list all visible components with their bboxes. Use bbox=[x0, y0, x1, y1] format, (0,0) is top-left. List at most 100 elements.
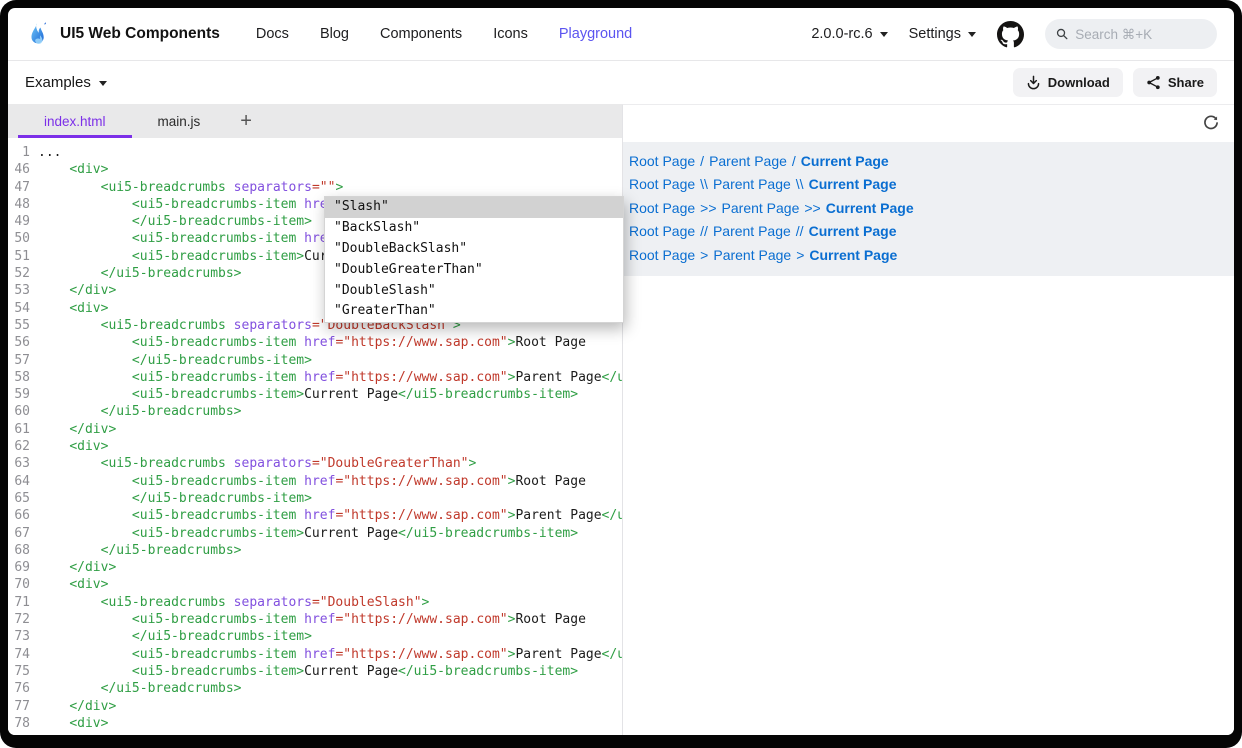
version-dropdown[interactable]: 2.0.0-rc.6 bbox=[811, 26, 887, 42]
breadcrumb-link[interactable]: Root Page bbox=[629, 176, 695, 192]
nav-playground[interactable]: Playground bbox=[559, 26, 632, 42]
line-content: </div> bbox=[38, 559, 116, 576]
autocomplete-option[interactable]: "DoubleBackSlash" bbox=[325, 239, 623, 260]
breadcrumb-link[interactable]: Parent Page bbox=[709, 153, 787, 169]
line-content: <div> bbox=[38, 438, 108, 455]
line-number: 58 bbox=[8, 369, 38, 386]
code-line[interactable]: 77 </div> bbox=[8, 698, 622, 715]
breadcrumb-link[interactable]: Parent Page bbox=[713, 247, 791, 263]
line-content: <div> bbox=[38, 715, 108, 732]
code-line[interactable]: 73 </ui5-breadcrumbs-item> bbox=[8, 628, 622, 645]
line-content: <ui5-breadcrumbs separators="DoubleSlash… bbox=[38, 594, 429, 611]
code-line[interactable]: 72 <ui5-breadcrumbs-item href="https://w… bbox=[8, 611, 622, 628]
breadcrumb-separator: / bbox=[700, 153, 704, 169]
breadcrumb-separator: \\ bbox=[796, 176, 804, 192]
tab-label: main.js bbox=[158, 114, 201, 129]
breadcrumb-separator: // bbox=[796, 223, 804, 239]
refresh-button[interactable] bbox=[1202, 114, 1220, 132]
tab-index-html[interactable]: index.html bbox=[18, 104, 132, 138]
breadcrumb-link[interactable]: Root Page bbox=[629, 247, 695, 263]
app-window: UI5 Web Components Docs Blog Components Ico… bbox=[8, 8, 1234, 735]
code-line[interactable]: 71 <ui5-breadcrumbs separators="DoubleSl… bbox=[8, 594, 622, 611]
chevron-down-icon bbox=[968, 32, 976, 41]
code-line[interactable]: 74 <ui5-breadcrumbs-item href="https://w… bbox=[8, 646, 622, 663]
code-editor-pane: index.html main.js + 1...46 <div>47 <ui5… bbox=[8, 104, 622, 735]
autocomplete-dropdown: "Slash""BackSlash""DoubleBackSlash""Doub… bbox=[324, 196, 624, 323]
version-label: 2.0.0-rc.6 bbox=[811, 26, 872, 42]
autocomplete-option[interactable]: "Slash" bbox=[325, 197, 623, 218]
breadcrumb: Root Page/Parent Page/Current Page bbox=[629, 149, 1228, 173]
line-number: 53 bbox=[8, 282, 38, 299]
playground-toolbar: Examples Download Share bbox=[8, 61, 1234, 104]
line-number: 51 bbox=[8, 248, 38, 265]
line-content: <ui5-breadcrumbs-item>Current Page</ui5-… bbox=[38, 386, 578, 403]
code-line[interactable]: 76 </ui5-breadcrumbs> bbox=[8, 680, 622, 697]
code-line[interactable]: 67 <ui5-breadcrumbs-item>Current Page</u… bbox=[8, 525, 622, 542]
code-line[interactable]: 68 </ui5-breadcrumbs> bbox=[8, 542, 622, 559]
brand-title: UI5 Web Components bbox=[60, 25, 220, 43]
line-content: </ui5-breadcrumbs> bbox=[38, 680, 242, 697]
nav-docs[interactable]: Docs bbox=[256, 26, 289, 42]
toolbar-actions: Download Share bbox=[1013, 68, 1217, 97]
line-number: 52 bbox=[8, 265, 38, 282]
add-tab-button[interactable]: + bbox=[226, 104, 266, 138]
code-line[interactable]: 61 </div> bbox=[8, 421, 622, 438]
line-content: ... bbox=[38, 144, 61, 161]
tab-main-js[interactable]: main.js bbox=[132, 104, 227, 138]
line-number: 78 bbox=[8, 715, 38, 732]
code-line[interactable]: 63 <ui5-breadcrumbs separators="DoubleGr… bbox=[8, 455, 622, 472]
code-line[interactable]: 64 <ui5-breadcrumbs-item href="https://w… bbox=[8, 473, 622, 490]
code-line[interactable]: 1... bbox=[8, 144, 622, 161]
preview-pane: Root Page/Parent Page/Current PageRoot P… bbox=[622, 104, 1234, 735]
editor-tabbar: index.html main.js + bbox=[8, 104, 622, 138]
nav-blog[interactable]: Blog bbox=[320, 26, 349, 42]
code-line[interactable]: 58 <ui5-breadcrumbs-item href="https://w… bbox=[8, 369, 622, 386]
code-line[interactable]: 62 <div> bbox=[8, 438, 622, 455]
line-number: 77 bbox=[8, 698, 38, 715]
share-button[interactable]: Share bbox=[1133, 68, 1217, 97]
breadcrumb-link[interactable]: Parent Page bbox=[713, 176, 791, 192]
search-box[interactable] bbox=[1045, 19, 1217, 49]
code-line[interactable]: 47 <ui5-breadcrumbs separators=""> bbox=[8, 179, 622, 196]
code-line[interactable]: 65 </ui5-breadcrumbs-item> bbox=[8, 490, 622, 507]
breadcrumb-link[interactable]: Root Page bbox=[629, 153, 695, 169]
download-label: Download bbox=[1048, 75, 1110, 90]
code-line[interactable]: 66 <ui5-breadcrumbs-item href="https://w… bbox=[8, 507, 622, 524]
examples-dropdown[interactable]: Examples bbox=[25, 74, 107, 91]
line-number: 66 bbox=[8, 507, 38, 524]
code-line[interactable]: 46 <div> bbox=[8, 161, 622, 178]
line-number: 57 bbox=[8, 352, 38, 369]
line-number: 67 bbox=[8, 525, 38, 542]
nav-icons[interactable]: Icons bbox=[493, 26, 528, 42]
main-nav: Docs Blog Components Icons Playground bbox=[256, 26, 632, 42]
code-line[interactable]: 69 </div> bbox=[8, 559, 622, 576]
breadcrumb-link[interactable]: Parent Page bbox=[713, 223, 791, 239]
breadcrumb-separator: > bbox=[700, 247, 708, 263]
code-line[interactable]: 70 <div> bbox=[8, 576, 622, 593]
breadcrumb-link[interactable]: Root Page bbox=[629, 223, 695, 239]
settings-dropdown[interactable]: Settings bbox=[909, 26, 976, 42]
autocomplete-option[interactable]: "GreaterThan" bbox=[325, 301, 623, 322]
breadcrumb-link[interactable]: Root Page bbox=[629, 200, 695, 216]
breadcrumb-current: Current Page bbox=[801, 153, 889, 169]
line-number: 70 bbox=[8, 576, 38, 593]
code-line[interactable]: 57 </ui5-breadcrumbs-item> bbox=[8, 352, 622, 369]
code-line[interactable]: 59 <ui5-breadcrumbs-item>Current Page</u… bbox=[8, 386, 622, 403]
line-content: </ui5-breadcrumbs> bbox=[38, 542, 242, 559]
brand-home-link[interactable]: UI5 Web Components bbox=[25, 21, 220, 47]
autocomplete-option[interactable]: "DoubleGreaterThan" bbox=[325, 260, 623, 281]
line-content: </ui5-breadcrumbs> bbox=[38, 403, 242, 420]
line-content: <div> bbox=[38, 300, 108, 317]
line-number: 62 bbox=[8, 438, 38, 455]
search-input[interactable] bbox=[1075, 27, 1206, 42]
github-link[interactable] bbox=[997, 21, 1024, 48]
code-line[interactable]: 56 <ui5-breadcrumbs-item href="https://w… bbox=[8, 334, 622, 351]
autocomplete-option[interactable]: "DoubleSlash" bbox=[325, 281, 623, 302]
code-line[interactable]: 75 <ui5-breadcrumbs-item>Current Page</u… bbox=[8, 663, 622, 680]
autocomplete-option[interactable]: "BackSlash" bbox=[325, 218, 623, 239]
download-button[interactable]: Download bbox=[1013, 68, 1123, 97]
code-line[interactable]: 60 </ui5-breadcrumbs> bbox=[8, 403, 622, 420]
breadcrumb-link[interactable]: Parent Page bbox=[722, 200, 800, 216]
nav-components[interactable]: Components bbox=[380, 26, 462, 42]
code-line[interactable]: 78 <div> bbox=[8, 715, 622, 732]
